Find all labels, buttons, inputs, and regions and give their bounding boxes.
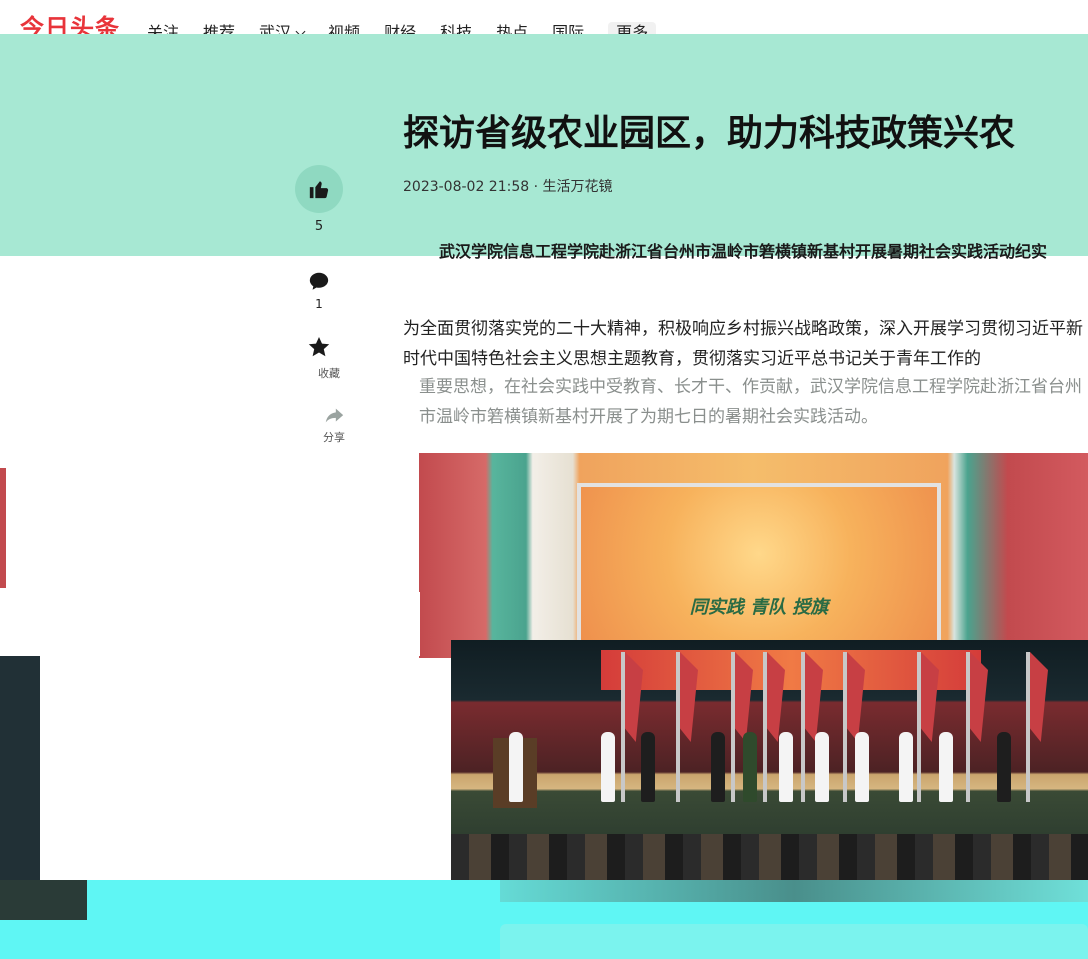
flag xyxy=(731,652,735,802)
star-icon xyxy=(308,337,330,357)
like-count: 5 xyxy=(314,219,324,234)
top-navigation-bar: 今日头条 关注 推荐 武汉 视频 财经 科技 热点 国际 更多 xyxy=(0,0,1088,44)
flag xyxy=(843,652,847,802)
flag xyxy=(676,652,680,802)
flag xyxy=(801,652,805,802)
person-figure xyxy=(601,732,615,802)
comment-button[interactable] xyxy=(295,270,343,292)
person-figure xyxy=(779,732,793,802)
bottom-panel xyxy=(500,924,1088,959)
thumbs-up-icon xyxy=(309,181,329,199)
person-figure xyxy=(641,732,655,802)
article-title: 探访省级农业园区，助力科技政策兴农 xyxy=(403,113,1016,154)
comment-icon xyxy=(309,272,329,290)
flag xyxy=(1026,652,1030,802)
person-figure xyxy=(939,732,953,802)
favorite-button[interactable] xyxy=(295,335,343,359)
flag xyxy=(917,652,921,802)
person-figure xyxy=(997,732,1011,802)
share-button[interactable] xyxy=(310,405,358,427)
article-photo-flag-ceremony xyxy=(451,640,1088,880)
person-figure xyxy=(855,732,869,802)
article-meta: 2023-08-02 21:58 · 生活万花镜 xyxy=(403,179,613,195)
person-figure xyxy=(711,732,725,802)
stage-screen xyxy=(577,483,941,658)
article-paragraph: 为全面贯彻落实党的二十大精神，积极响应乡村振兴战略政策，深入开展学习贯彻习近平新… xyxy=(403,319,1083,369)
article-paragraph-continued: 重要思想，在社会实践中受教育、长才干、作贡献，武汉学院信息工程学院赴浙江省台州市… xyxy=(419,377,1082,427)
share-arrow-icon xyxy=(325,408,344,423)
bottom-left-fragment xyxy=(0,880,87,920)
like-button[interactable] xyxy=(295,165,343,213)
article-photo-ceremony-screen: 同实践 青队 授旗 xyxy=(419,453,1088,658)
flag xyxy=(966,652,970,802)
article-subtitle: 武汉学院信息工程学院赴浙江省台州市温岭市箬横镇新基村开展暑期社会实践活动纪实 xyxy=(439,242,1048,261)
bottom-photo-strip xyxy=(500,880,1088,902)
person-figure xyxy=(899,732,913,802)
person-figure xyxy=(743,732,757,802)
favorite-label: 收藏 xyxy=(318,367,340,380)
speaker-figure xyxy=(509,732,523,802)
audience-row xyxy=(451,834,1088,880)
share-label: 分享 xyxy=(323,431,345,444)
flag xyxy=(763,652,767,802)
person-figure xyxy=(815,732,829,802)
comment-count: 1 xyxy=(315,297,323,311)
photo-screen-caption: 同实践 青队 授旗 xyxy=(689,597,829,618)
image-gap xyxy=(0,592,420,656)
flag xyxy=(621,652,625,802)
left-photo-fragment xyxy=(0,656,40,880)
left-edge-fragment xyxy=(0,468,6,588)
